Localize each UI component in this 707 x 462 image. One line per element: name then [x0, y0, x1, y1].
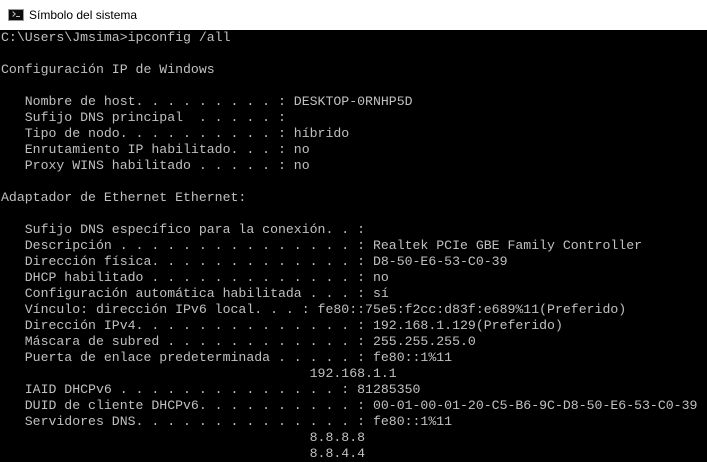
- console-line: Descripción . . . . . . . . . . . . . . …: [1, 238, 643, 253]
- console-line: Enrutamiento IP habilitado. . . : no: [1, 142, 310, 157]
- console-line: 8.8.8.8: [1, 430, 366, 445]
- console-line: Tipo de nodo. . . . . . . . . . : híbrid…: [1, 126, 350, 141]
- console-line: Máscara de subred . . . . . . . . . . . …: [1, 334, 476, 349]
- console-line: Nombre de host. . . . . . . . . : DESKTO…: [1, 94, 413, 109]
- console-output[interactable]: C:\Users\Jmsima>ipconfig /all Configuraci…: [0, 30, 707, 462]
- command-prompt-window: Símbolo del sistema C:\Users\Jmsima>ipco…: [0, 0, 707, 462]
- console-line: DHCP habilitado . . . . . . . . . . . . …: [1, 270, 389, 285]
- console-line: Dirección física. . . . . . . . . . . . …: [1, 254, 508, 269]
- console-line: IAID DHCPv6 . . . . . . . . . . . . . . …: [1, 382, 421, 397]
- console-line: Proxy WINS habilitado . . . . . : no: [1, 158, 310, 173]
- console-line: Configuración automática habilitada . . …: [1, 286, 389, 301]
- console-line: 192.168.1.1: [1, 366, 397, 381]
- console-line: DUID de cliente DHCPv6. . . . . . . . . …: [1, 398, 698, 413]
- console-line: Sufijo DNS principal . . . . . :: [1, 110, 286, 125]
- console-line: Configuración IP de Windows: [1, 62, 215, 77]
- console-line: Dirección IPv4. . . . . . . . . . . . . …: [1, 318, 563, 333]
- console-line: Puerta de enlace predeterminada . . . . …: [1, 350, 453, 365]
- console-line: C:\Users\Jmsima>ipconfig /all: [1, 30, 231, 45]
- console-line: Sufijo DNS específico para la conexión. …: [1, 222, 366, 237]
- console-line: Adaptador de Ethernet Ethernet:: [1, 190, 247, 205]
- console-icon: [8, 9, 24, 21]
- console-line: 8.8.4.4: [1, 446, 366, 461]
- console-line: Servidores DNS. . . . . . . . . . . . . …: [1, 414, 453, 429]
- console-line: Vínculo: dirección IPv6 local. . . : fe8…: [1, 302, 627, 317]
- title-bar[interactable]: Símbolo del sistema: [0, 0, 707, 30]
- window-title: Símbolo del sistema: [29, 8, 138, 22]
